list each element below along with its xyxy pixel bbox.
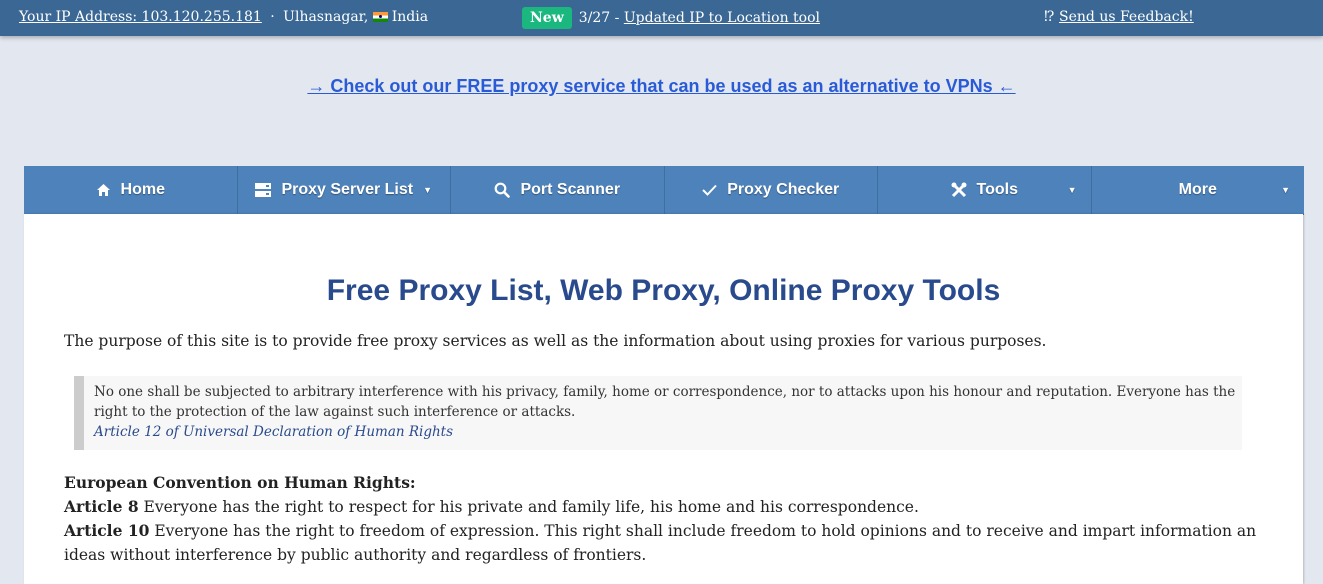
main-navbar: Home Proxy Server List ▼ Port Scanner Pr…: [24, 166, 1304, 215]
nav-tools-label: Tools: [976, 181, 1018, 198]
nav-port-scanner[interactable]: Port Scanner: [451, 166, 665, 214]
ip-address-link[interactable]: Your IP Address: 103.120.255.181: [19, 9, 262, 25]
chevron-down-icon: ▼: [1281, 185, 1290, 195]
article-8: Article 8 Everyone has the right to resp…: [64, 495, 1264, 519]
news-ticker: New 3/27 - Updated IP to Location tool: [522, 7, 820, 29]
city-label: Ulhasnagar,: [283, 9, 369, 25]
quote-text: No one shall be subjected to arbitrary i…: [94, 384, 1236, 420]
country-label: India: [391, 9, 429, 25]
quote-citation: Article 12 of Universal Declaration of H…: [94, 424, 454, 440]
article-8-text: Everyone has the right to respect for hi…: [138, 498, 919, 516]
nav-more[interactable]: More ▼: [1092, 166, 1305, 214]
feedback-link[interactable]: Send us Feedback!: [1059, 9, 1194, 25]
free-proxy-promo-link[interactable]: → Check out our FREE proxy service that …: [307, 76, 1015, 96]
nav-more-label: More: [1178, 181, 1217, 198]
chevron-down-icon: ▼: [423, 185, 433, 195]
home-icon: [96, 183, 111, 197]
article-10-text: Everyone has the right to freedom of exp…: [64, 522, 1257, 564]
echr-section: European Convention on Human Rights: Art…: [64, 471, 1264, 567]
article-10: Article 10 Everyone has the right to fre…: [64, 519, 1264, 567]
nav-proxy-checker-label: Proxy Checker: [727, 181, 840, 198]
tools-icon: [951, 182, 967, 198]
nav-proxy-server-list[interactable]: Proxy Server List ▼: [238, 166, 451, 214]
nav-tools[interactable]: Tools ▼: [878, 166, 1092, 214]
intro-paragraph: The purpose of this site is to provide f…: [64, 332, 1047, 350]
nav-proxy-checker[interactable]: Proxy Checker: [665, 166, 878, 214]
main-content: Free Proxy List, Web Proxy, Online Proxy…: [24, 214, 1303, 584]
news-date: 3/27 -: [578, 10, 620, 26]
new-badge: New: [522, 7, 572, 29]
page-title: Free Proxy List, Web Proxy, Online Proxy…: [326, 274, 1001, 307]
news-link[interactable]: Updated IP to Location tool: [624, 10, 820, 26]
echr-heading: European Convention on Human Rights:: [64, 473, 416, 492]
check-icon: [702, 184, 717, 196]
article-10-label: Article 10: [64, 521, 150, 540]
india-flag-icon: [372, 12, 388, 22]
promo-banner: → Check out our FREE proxy service that …: [0, 76, 1323, 97]
nav-home-label: Home: [120, 181, 165, 198]
separator: ·: [270, 9, 275, 25]
server-icon: [255, 183, 272, 197]
article-8-label: Article 8: [64, 497, 139, 516]
ip-info: Your IP Address: 103.120.255.181 · Ulhas…: [19, 9, 428, 25]
feedback: ⁉ Send us Feedback!: [1044, 9, 1194, 25]
nav-port-scanner-label: Port Scanner: [520, 181, 621, 198]
udhr-quote: No one shall be subjected to arbitrary i…: [74, 376, 1242, 450]
interrobang-icon: ⁉: [1044, 9, 1055, 25]
nav-proxy-server-list-label: Proxy Server List: [281, 181, 414, 198]
nav-home[interactable]: Home: [24, 166, 238, 214]
chevron-down-icon: ▼: [1067, 185, 1077, 195]
search-icon: [494, 182, 511, 198]
top-info-bar: Your IP Address: 103.120.255.181 · Ulhas…: [0, 0, 1323, 36]
